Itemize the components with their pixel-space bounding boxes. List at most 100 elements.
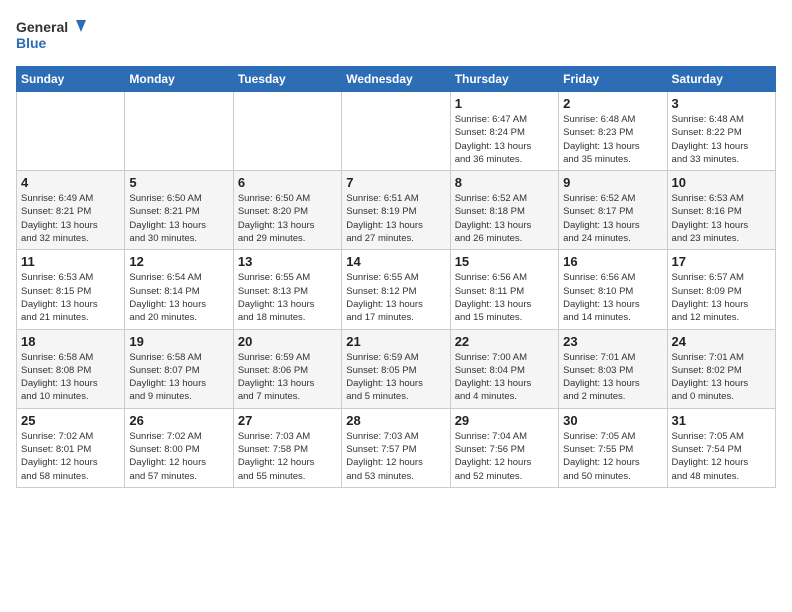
weekday-header-sunday: Sunday: [17, 67, 125, 92]
calendar-cell: 20 Sunrise: 6:59 AM Sunset: 8:06 PM Dayli…: [233, 329, 341, 408]
day-info: Sunrise: 6:59 AM Sunset: 8:05 PM Dayligh…: [346, 351, 445, 404]
day-info: Sunrise: 7:01 AM Sunset: 8:02 PM Dayligh…: [672, 351, 771, 404]
day-number: 5: [129, 175, 228, 190]
day-number: 14: [346, 254, 445, 269]
week-row-3: 11 Sunrise: 6:53 AM Sunset: 8:15 PM Dayli…: [17, 250, 776, 329]
page-header: General Blue: [16, 16, 776, 54]
calendar-cell: 31 Sunrise: 7:05 AM Sunset: 7:54 PM Dayli…: [667, 408, 775, 487]
day-info: Sunrise: 6:57 AM Sunset: 8:09 PM Dayligh…: [672, 271, 771, 324]
day-number: 8: [455, 175, 554, 190]
calendar-cell: 9Sunrise: 6:52 AM Sunset: 8:17 PM Daylig…: [559, 171, 667, 250]
weekday-header-thursday: Thursday: [450, 67, 558, 92]
weekday-header-row: SundayMondayTuesdayWednesdayThursdayFrid…: [17, 67, 776, 92]
day-number: 11: [21, 254, 120, 269]
calendar-cell: 7 Sunrise: 6:51 AM Sunset: 8:19 PM Daylig…: [342, 171, 450, 250]
day-number: 31: [672, 413, 771, 428]
day-info: Sunrise: 7:04 AM Sunset: 7:56 PM Dayligh…: [455, 430, 554, 483]
calendar-cell: 10 Sunrise: 6:53 AM Sunset: 8:16 PM Dayli…: [667, 171, 775, 250]
calendar-cell: 12 Sunrise: 6:54 AM Sunset: 8:14 PM Dayli…: [125, 250, 233, 329]
day-number: 13: [238, 254, 337, 269]
calendar-cell: 22 Sunrise: 7:00 AM Sunset: 8:04 PM Dayli…: [450, 329, 558, 408]
logo-svg: General Blue: [16, 16, 86, 54]
calendar-cell: [342, 92, 450, 171]
day-info: Sunrise: 6:58 AM Sunset: 8:07 PM Dayligh…: [129, 351, 228, 404]
day-number: 29: [455, 413, 554, 428]
day-info: Sunrise: 6:48 AM Sunset: 8:23 PM Dayligh…: [563, 113, 662, 166]
weekday-header-monday: Monday: [125, 67, 233, 92]
weekday-header-friday: Friday: [559, 67, 667, 92]
day-number: 23: [563, 334, 662, 349]
calendar-cell: [125, 92, 233, 171]
day-number: 12: [129, 254, 228, 269]
week-row-2: 4Sunrise: 6:49 AM Sunset: 8:21 PM Daylig…: [17, 171, 776, 250]
day-number: 7: [346, 175, 445, 190]
calendar-cell: 30 Sunrise: 7:05 AM Sunset: 7:55 PM Dayli…: [559, 408, 667, 487]
week-row-1: 1Sunrise: 6:47 AM Sunset: 8:24 PM Daylig…: [17, 92, 776, 171]
calendar-cell: 14 Sunrise: 6:55 AM Sunset: 8:12 PM Dayli…: [342, 250, 450, 329]
day-info: Sunrise: 7:02 AM Sunset: 8:01 PM Dayligh…: [21, 430, 120, 483]
calendar-cell: 18 Sunrise: 6:58 AM Sunset: 8:08 PM Dayli…: [17, 329, 125, 408]
day-number: 2: [563, 96, 662, 111]
day-number: 30: [563, 413, 662, 428]
calendar-cell: 6Sunrise: 6:50 AM Sunset: 8:20 PM Daylig…: [233, 171, 341, 250]
day-info: Sunrise: 6:56 AM Sunset: 8:11 PM Dayligh…: [455, 271, 554, 324]
calendar-cell: 24 Sunrise: 7:01 AM Sunset: 8:02 PM Dayli…: [667, 329, 775, 408]
day-number: 21: [346, 334, 445, 349]
logo: General Blue: [16, 16, 86, 54]
calendar-cell: 17 Sunrise: 6:57 AM Sunset: 8:09 PM Dayli…: [667, 250, 775, 329]
weekday-header-wednesday: Wednesday: [342, 67, 450, 92]
calendar-table: SundayMondayTuesdayWednesdayThursdayFrid…: [16, 66, 776, 488]
day-number: 3: [672, 96, 771, 111]
week-row-5: 25 Sunrise: 7:02 AM Sunset: 8:01 PM Dayli…: [17, 408, 776, 487]
week-row-4: 18 Sunrise: 6:58 AM Sunset: 8:08 PM Dayli…: [17, 329, 776, 408]
calendar-cell: 28Sunrise: 7:03 AM Sunset: 7:57 PM Dayli…: [342, 408, 450, 487]
day-number: 18: [21, 334, 120, 349]
calendar-cell: [17, 92, 125, 171]
calendar-cell: 26 Sunrise: 7:02 AM Sunset: 8:00 PM Dayli…: [125, 408, 233, 487]
calendar-cell: 23 Sunrise: 7:01 AM Sunset: 8:03 PM Dayli…: [559, 329, 667, 408]
day-number: 16: [563, 254, 662, 269]
day-number: 19: [129, 334, 228, 349]
calendar-cell: 1Sunrise: 6:47 AM Sunset: 8:24 PM Daylig…: [450, 92, 558, 171]
weekday-header-tuesday: Tuesday: [233, 67, 341, 92]
day-info: Sunrise: 6:54 AM Sunset: 8:14 PM Dayligh…: [129, 271, 228, 324]
day-number: 22: [455, 334, 554, 349]
day-info: Sunrise: 6:52 AM Sunset: 8:18 PM Dayligh…: [455, 192, 554, 245]
day-number: 20: [238, 334, 337, 349]
day-info: Sunrise: 6:50 AM Sunset: 8:21 PM Dayligh…: [129, 192, 228, 245]
day-number: 27: [238, 413, 337, 428]
day-info: Sunrise: 7:02 AM Sunset: 8:00 PM Dayligh…: [129, 430, 228, 483]
day-number: 10: [672, 175, 771, 190]
day-info: Sunrise: 6:47 AM Sunset: 8:24 PM Dayligh…: [455, 113, 554, 166]
day-number: 15: [455, 254, 554, 269]
day-info: Sunrise: 7:01 AM Sunset: 8:03 PM Dayligh…: [563, 351, 662, 404]
day-number: 17: [672, 254, 771, 269]
calendar-cell: 25 Sunrise: 7:02 AM Sunset: 8:01 PM Dayli…: [17, 408, 125, 487]
day-info: Sunrise: 7:05 AM Sunset: 7:55 PM Dayligh…: [563, 430, 662, 483]
day-info: Sunrise: 6:51 AM Sunset: 8:19 PM Dayligh…: [346, 192, 445, 245]
day-number: 26: [129, 413, 228, 428]
day-number: 6: [238, 175, 337, 190]
calendar-cell: 2 Sunrise: 6:48 AM Sunset: 8:23 PM Daylig…: [559, 92, 667, 171]
calendar-cell: 8 Sunrise: 6:52 AM Sunset: 8:18 PM Daylig…: [450, 171, 558, 250]
day-number: 24: [672, 334, 771, 349]
day-info: Sunrise: 7:05 AM Sunset: 7:54 PM Dayligh…: [672, 430, 771, 483]
day-info: Sunrise: 6:53 AM Sunset: 8:15 PM Dayligh…: [21, 271, 120, 324]
day-info: Sunrise: 7:03 AM Sunset: 7:57 PM Dayligh…: [346, 430, 445, 483]
day-info: Sunrise: 6:58 AM Sunset: 8:08 PM Dayligh…: [21, 351, 120, 404]
calendar-cell: 5 Sunrise: 6:50 AM Sunset: 8:21 PM Daylig…: [125, 171, 233, 250]
weekday-header-saturday: Saturday: [667, 67, 775, 92]
calendar-cell: 29 Sunrise: 7:04 AM Sunset: 7:56 PM Dayli…: [450, 408, 558, 487]
calendar-cell: 13Sunrise: 6:55 AM Sunset: 8:13 PM Dayli…: [233, 250, 341, 329]
day-info: Sunrise: 6:59 AM Sunset: 8:06 PM Dayligh…: [238, 351, 337, 404]
day-info: Sunrise: 7:00 AM Sunset: 8:04 PM Dayligh…: [455, 351, 554, 404]
day-info: Sunrise: 6:53 AM Sunset: 8:16 PM Dayligh…: [672, 192, 771, 245]
calendar-cell: 15 Sunrise: 6:56 AM Sunset: 8:11 PM Dayli…: [450, 250, 558, 329]
calendar-cell: 27Sunrise: 7:03 AM Sunset: 7:58 PM Dayli…: [233, 408, 341, 487]
day-info: Sunrise: 6:49 AM Sunset: 8:21 PM Dayligh…: [21, 192, 120, 245]
calendar-cell: 11 Sunrise: 6:53 AM Sunset: 8:15 PM Dayli…: [17, 250, 125, 329]
calendar-cell: 4Sunrise: 6:49 AM Sunset: 8:21 PM Daylig…: [17, 171, 125, 250]
day-number: 9: [563, 175, 662, 190]
day-number: 25: [21, 413, 120, 428]
day-info: Sunrise: 6:55 AM Sunset: 8:12 PM Dayligh…: [346, 271, 445, 324]
